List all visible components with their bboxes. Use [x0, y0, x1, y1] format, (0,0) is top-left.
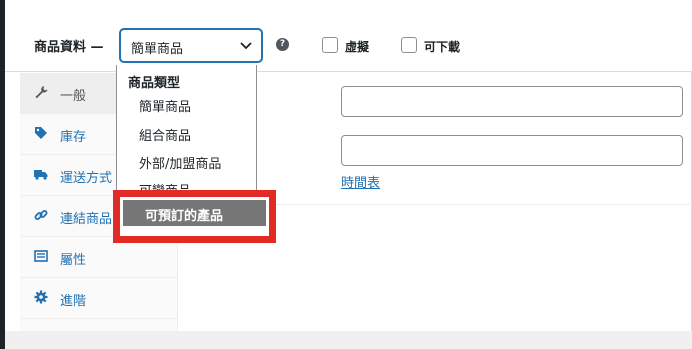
link-icon [34, 210, 48, 220]
tab-label: 運送方式 [60, 171, 113, 186]
dropdown-option-external[interactable]: 外部/加盟商品 [139, 153, 221, 172]
tab-advanced[interactable]: 進階 [20, 278, 178, 319]
sale-price-input[interactable] [341, 135, 683, 166]
downloadable-checkbox[interactable] [401, 37, 417, 53]
schedule-link[interactable]: 時間表 [341, 172, 380, 191]
virtual-checkbox[interactable] [322, 37, 338, 53]
tab-attributes[interactable]: 屬性 [20, 237, 178, 278]
dropdown-option-simple[interactable]: 簡單商品 [139, 96, 191, 115]
product-data-title: 商品資料 — [34, 40, 104, 55]
product-data-header: 商品資料 — 簡單商品 ? 虛擬 可下載 [5, 0, 692, 72]
wrench-icon [35, 86, 48, 99]
dropdown-option-bookable[interactable]: 可預訂的產品 [123, 200, 266, 226]
list-icon [34, 250, 48, 262]
gear-icon [34, 290, 48, 304]
tab-label: 連結商品 [60, 212, 113, 227]
tag-icon [35, 127, 47, 139]
truck-icon [34, 170, 48, 180]
help-icon[interactable]: ? [276, 38, 289, 51]
tab-label: 庫存 [60, 130, 87, 145]
virtual-label: 虛擬 [345, 40, 370, 54]
product-type-dropdown: 商品類型 簡單商品 組合商品 外部/加盟商品 可變商品 [116, 65, 257, 205]
regular-price-input[interactable] [341, 86, 683, 117]
dropdown-group-label: 商品類型 [128, 76, 181, 91]
product-type-select[interactable]: 簡單商品 [120, 29, 262, 62]
tab-label: 進階 [60, 294, 87, 309]
product-type-selected: 簡單商品 [131, 42, 184, 57]
dropdown-option-grouped[interactable]: 組合商品 [139, 125, 191, 144]
tab-label: 屬性 [60, 253, 87, 268]
downloadable-label: 可下載 [424, 40, 461, 54]
chevron-down-icon [240, 42, 252, 50]
product-data-panel: 商品資料 — 簡單商品 ? 虛擬 可下載 一般 庫存 運送方式 連結商品 屬性 … [5, 0, 692, 331]
highlight-box: 可預訂的產品 [113, 190, 276, 243]
dropdown-option-label: 可預訂的產品 [145, 209, 224, 224]
tab-label: 一般 [60, 89, 87, 104]
